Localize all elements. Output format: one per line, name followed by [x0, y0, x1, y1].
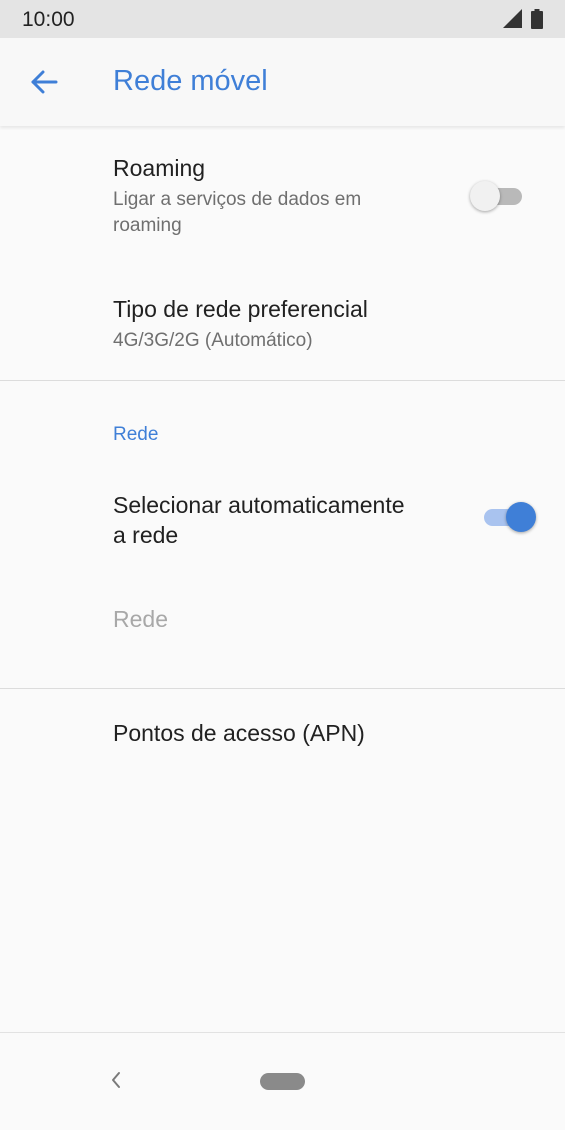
apn-title: Pontos de acesso (APN): [113, 720, 365, 746]
nav-back-icon: [112, 1072, 120, 1088]
network-item-title: Rede: [113, 606, 168, 632]
status-icons: [503, 9, 543, 29]
network-section-header: Rede: [113, 424, 159, 445]
nav-back-button[interactable]: [101, 1065, 131, 1095]
roaming-title: Roaming: [113, 155, 206, 181]
page-title: Rede móvel: [113, 65, 268, 97]
auto-select-toggle[interactable]: [478, 497, 538, 537]
arrow-back-icon: [31, 70, 58, 94]
navigation-bar: [0, 1032, 565, 1130]
auto-select-title-line1: Selecionar automaticamente: [113, 492, 405, 518]
nav-home-pill[interactable]: [260, 1073, 305, 1090]
signal-icon: [503, 9, 522, 28]
preferred-network-title: Tipo de rede preferencial: [113, 296, 368, 322]
toggle-thumb: [506, 502, 536, 532]
auto-select-title-line2: a rede: [113, 522, 179, 548]
screen: 10:00 Rede móvel Roaming Ligar a serviço…: [0, 0, 565, 1130]
roaming-summary-line2: roaming: [113, 215, 182, 236]
battery-icon: [531, 9, 543, 29]
divider: [0, 688, 565, 689]
roaming-toggle[interactable]: [470, 176, 530, 216]
preferred-network-summary: 4G/3G/2G (Automático): [113, 330, 313, 351]
toggle-thumb: [470, 181, 500, 211]
app-bar: Rede móvel: [0, 38, 565, 126]
roaming-summary-line1: Ligar a serviços de dados em: [113, 189, 362, 210]
back-button[interactable]: [22, 60, 66, 104]
divider: [0, 380, 565, 381]
status-time: 10:00: [22, 8, 75, 31]
status-bar: 10:00: [0, 0, 565, 38]
